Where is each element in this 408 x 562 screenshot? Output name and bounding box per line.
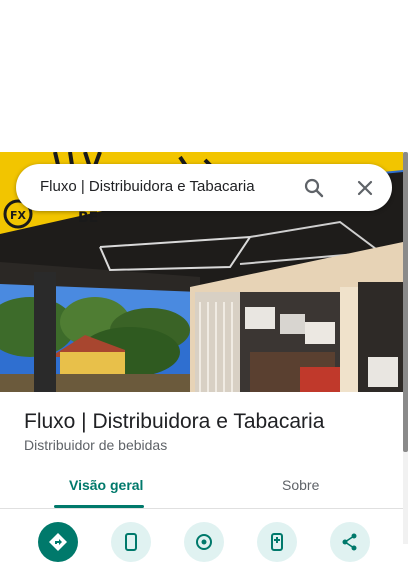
- call-button[interactable]: [111, 522, 151, 562]
- share-icon: [342, 533, 357, 551]
- tab-about[interactable]: Sobre: [282, 477, 319, 493]
- svg-text:BE: BE: [78, 210, 98, 226]
- phone-icon: [125, 533, 137, 551]
- tab-divider: [0, 508, 403, 509]
- directions-icon: [49, 533, 67, 551]
- search-query-text[interactable]: Fluxo | Distribuidora e Tabacaria: [40, 178, 255, 195]
- navigation-icon: [196, 534, 212, 550]
- scrollbar-thumb[interactable]: [403, 152, 408, 452]
- save-icon: [271, 533, 283, 551]
- directions-button[interactable]: [38, 522, 78, 562]
- place-category[interactable]: Distribuidor de bebidas: [24, 437, 167, 453]
- blank-header-area: [0, 0, 408, 152]
- share-button[interactable]: [330, 522, 370, 562]
- search-icon[interactable]: [302, 176, 326, 200]
- search-bar[interactable]: Fluxo | Distribuidora e Tabacaria: [16, 164, 392, 211]
- svg-text:FX: FX: [10, 209, 27, 222]
- close-icon[interactable]: [353, 176, 377, 200]
- save-button[interactable]: [257, 522, 297, 562]
- tab-overview[interactable]: Visão geral: [69, 477, 143, 493]
- start-navigation-button[interactable]: [184, 522, 224, 562]
- place-title: Fluxo | Distribuidora e Tabacaria: [24, 410, 325, 433]
